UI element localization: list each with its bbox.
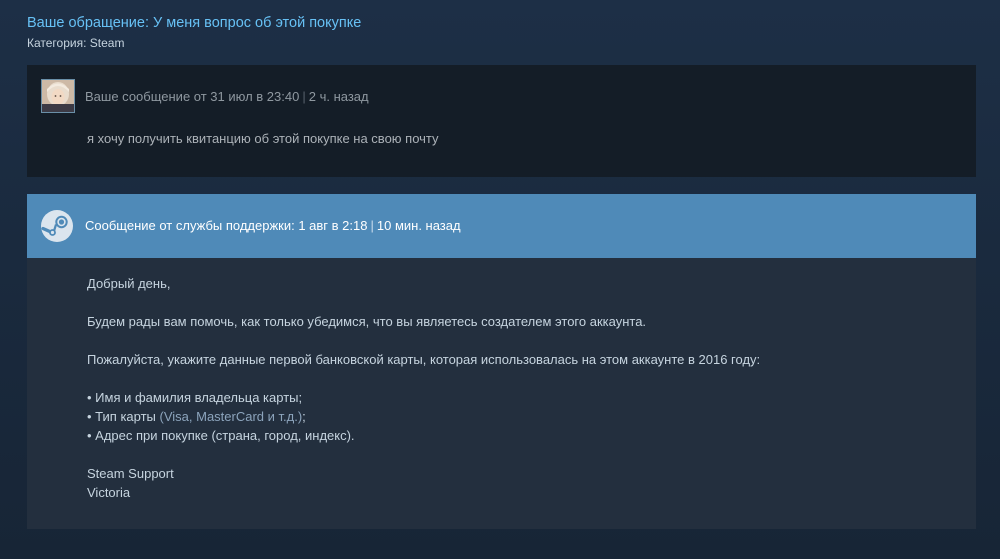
user-avatar[interactable] [41,79,75,113]
bullet-address: • Адрес при покупке (страна, город, инде… [87,428,355,443]
signature-name: Victoria [87,485,131,500]
support-paragraph-2: Пожалуйста, укажите данные первой банков… [87,352,761,367]
bullet-card-type-prefix: • Тип карты [87,409,160,424]
support-greeting: Добрый день, [87,276,171,291]
ticket-title: Ваше обращение: У меня вопрос об этой по… [27,15,362,31]
support-message-header: Сообщение от службы поддержки: 1 авг в 2… [27,194,976,258]
steam-logo-icon [41,210,73,242]
support-message-ago: 10 мин. назад [376,218,461,233]
signature-team: Steam Support [87,466,174,481]
avatar-image [42,80,74,112]
bullet-card-type-examples: (Visa, MasterCard и т.д.) [159,409,303,424]
user-message-body: я хочу получить квитанцию об этой покупк… [87,131,439,146]
ticket-category: Категория: Steam [27,36,361,50]
category-label: Категория: [27,36,90,50]
bullet-card-type-suffix: ; [302,409,306,424]
user-message-ago: 2 ч. назад [308,89,369,104]
bullet-card-type: • Тип карты (Visa, MasterCard и т.д.); [87,407,760,426]
ticket-header: Ваше обращение: У меня вопрос об этой по… [27,13,361,50]
bullet-cardholder: • Имя и фамилия владельца карты; [87,390,303,405]
support-message: Сообщение от службы поддержки: 1 авг в 2… [27,194,976,529]
user-message-date: Ваше сообщение от 31 июл в 23:40 [85,89,300,104]
meta-separator: | [302,89,306,104]
user-message-meta: Ваше сообщение от 31 июл в 23:40 | 2 ч. на… [85,89,369,104]
support-paragraph-1: Будем рады вам помочь, как только убедим… [87,314,647,329]
category-value: Steam [89,36,125,50]
support-message-body: Добрый день, Будем рады вам помочь, как … [87,274,760,502]
support-message-date: Сообщение от службы поддержки: 1 авг в 2… [85,218,368,233]
user-message: Ваше сообщение от 31 июл в 23:40 | 2 ч. на… [27,65,976,177]
support-message-meta: Сообщение от службы поддержки: 1 авг в 2… [85,218,461,233]
meta-separator: | [370,218,374,233]
